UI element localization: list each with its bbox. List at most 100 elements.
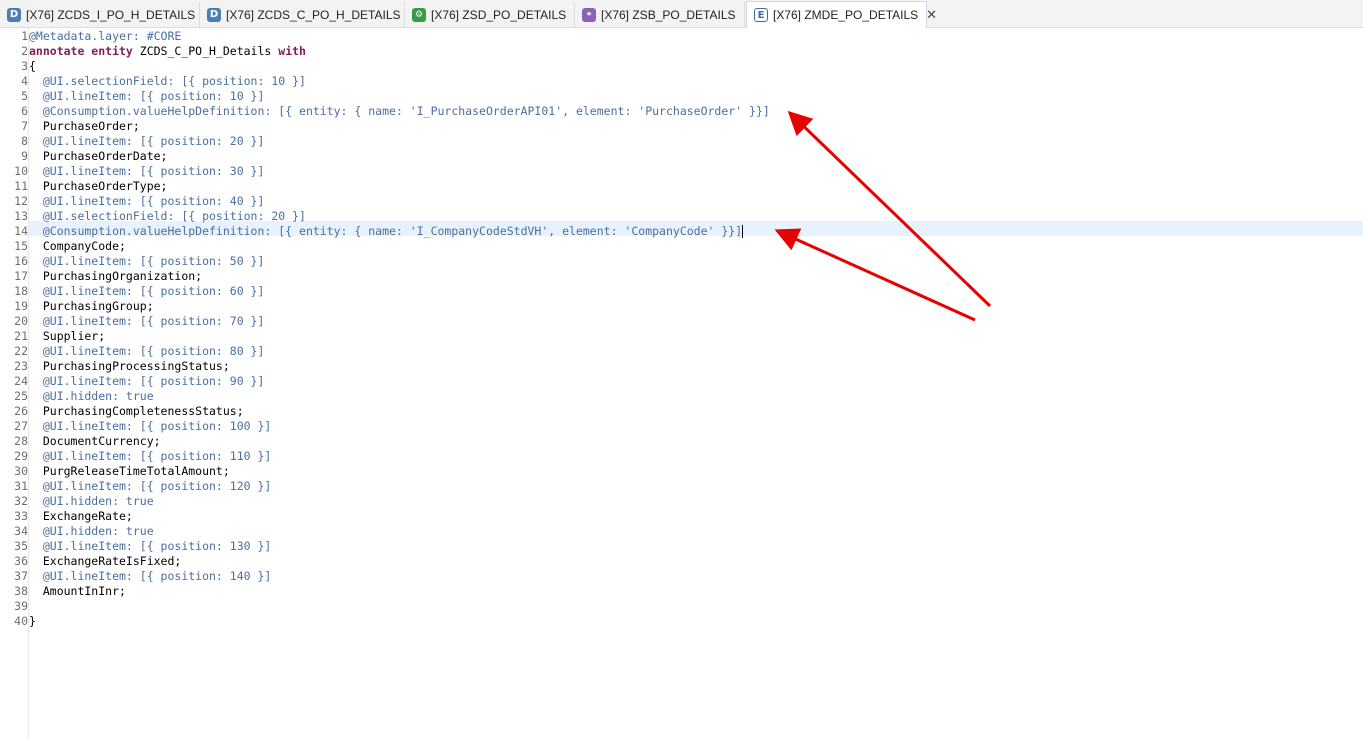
line-number: 29 — [14, 449, 28, 463]
code-line[interactable]: ExchangeRateIsFixed; — [29, 554, 181, 569]
line-number: 13 — [14, 209, 28, 223]
close-icon[interactable]: ✕ — [926, 8, 937, 23]
text-cursor — [742, 225, 744, 238]
service-definition-icon: ⚙ — [412, 7, 426, 22]
code-line[interactable]: @UI.lineItem: [{ position: 90 }] — [29, 374, 265, 389]
line-number: 18 — [14, 284, 28, 298]
line-number: 14 — [14, 224, 28, 238]
line-number: 5 — [21, 89, 28, 103]
ddl-source-icon: D — [7, 7, 21, 22]
line-number: 30 — [14, 464, 28, 478]
line-number: 11 — [14, 179, 28, 193]
code-editor[interactable]: 1 2 3 4 5 6 7 8 9 10 11 12 13 14 15 16 17 18 19 20 21 22 23 24 2… — [0, 28, 1363, 739]
code-line[interactable]: { — [29, 59, 36, 74]
line-number: 31 — [14, 479, 28, 493]
code-line[interactable]: DocumentCurrency; — [29, 434, 161, 449]
line-number: 16 — [14, 254, 28, 268]
code-line[interactable]: @Consumption.valueHelpDefinition: [{ ent… — [29, 224, 744, 239]
code-line[interactable]: @UI.lineItem: [{ position: 130 }] — [29, 539, 271, 554]
line-number: 28 — [14, 434, 28, 448]
line-number: 4 — [21, 74, 28, 88]
line-number: 21 — [14, 329, 28, 343]
line-number: 34 — [14, 524, 28, 538]
code-line[interactable]: @UI.lineItem: [{ position: 30 }] — [29, 164, 265, 179]
code-line[interactable]: annotate entity ZCDS_C_PO_H_Details with — [29, 44, 306, 59]
code-line[interactable]: @UI.lineItem: [{ position: 50 }] — [29, 254, 265, 269]
line-number: 19 — [14, 299, 28, 313]
metadata-extension-icon: E — [754, 8, 768, 22]
line-number: 33 — [14, 509, 28, 523]
code-line[interactable]: AmountInInr; — [29, 584, 126, 599]
tab-zmde-po-details[interactable]: E [X76] ZMDE_PO_DETAILS ✕ — [746, 1, 937, 28]
code-line[interactable]: @UI.hidden: true — [29, 524, 154, 539]
line-number: 9 — [21, 149, 28, 163]
code-line[interactable]: @UI.lineItem: [{ position: 60 }] — [29, 284, 265, 299]
code-line[interactable]: PurchasingGroup; — [29, 299, 154, 314]
code-line[interactable]: PurchaseOrderDate; — [29, 149, 168, 164]
code-line[interactable]: @Metadata.layer: #CORE — [29, 29, 181, 44]
code-line[interactable]: @UI.lineItem: [{ position: 110 }] — [29, 449, 271, 464]
code-line[interactable]: PurchaseOrderType; — [29, 179, 168, 194]
code-line[interactable]: PurchasingCompletenessStatus; — [29, 404, 244, 419]
code-line[interactable]: @UI.lineItem: [{ position: 100 }] — [29, 419, 271, 434]
code-line[interactable]: PurchasingOrganization; — [29, 269, 202, 284]
line-number: 37 — [14, 569, 28, 583]
line-number: 20 — [14, 314, 28, 328]
line-number: 25 — [14, 389, 28, 403]
code-line[interactable]: CompanyCode; — [29, 239, 126, 254]
code-line[interactable]: @UI.lineItem: [{ position: 80 }] — [29, 344, 265, 359]
line-number: 17 — [14, 269, 28, 283]
tab-zcds-c-po-h-details[interactable]: D [X76] ZCDS_C_PO_H_DETAILS — [200, 2, 405, 27]
tab-label: [X76] ZMDE_PO_DETAILS — [773, 8, 919, 22]
code-line[interactable]: Supplier; — [29, 329, 105, 344]
code-line[interactable]: @UI.lineItem: [{ position: 140 }] — [29, 569, 271, 584]
tab-label: [X76] ZSB_PO_DETAILS — [601, 7, 736, 22]
tab-label: [X76] ZSD_PO_DETAILS — [431, 7, 567, 22]
code-line[interactable]: ExchangeRate; — [29, 509, 133, 524]
line-number: 36 — [14, 554, 28, 568]
code-line[interactable]: @UI.selectionField: [{ position: 20 }] — [29, 209, 306, 224]
code-area[interactable]: @Metadata.layer: #CORE annotate entity ZC… — [29, 28, 1363, 739]
line-number: 32 — [14, 494, 28, 508]
code-line[interactable]: @UI.hidden: true — [29, 389, 154, 404]
code-line[interactable]: @UI.selectionField: [{ position: 10 }] — [29, 74, 306, 89]
editor-tab-bar: D [X76] ZCDS_I_PO_H_DETAILS D [X76] ZCDS… — [0, 0, 1363, 28]
line-number: 1 — [21, 29, 28, 43]
line-number: 3 — [21, 59, 28, 73]
tab-zsd-po-details[interactable]: ⚙ [X76] ZSD_PO_DETAILS — [405, 2, 575, 27]
code-line[interactable]: PurchaseOrder; — [29, 119, 140, 134]
code-line[interactable]: @UI.lineItem: [{ position: 10 }] — [29, 89, 265, 104]
code-line[interactable]: @UI.lineItem: [{ position: 120 }] — [29, 479, 271, 494]
line-number: 35 — [14, 539, 28, 553]
line-number: 8 — [21, 134, 28, 148]
line-number: 40 — [14, 614, 28, 628]
line-number: 7 — [21, 119, 28, 133]
code-line[interactable]: PurgReleaseTimeTotalAmount; — [29, 464, 230, 479]
tab-label: [X76] ZCDS_I_PO_H_DETAILS — [26, 7, 196, 22]
code-line[interactable]: @UI.lineItem: [{ position: 20 }] — [29, 134, 265, 149]
tab-label: [X76] ZCDS_C_PO_H_DETAILS — [226, 7, 401, 22]
line-number: 22 — [14, 344, 28, 358]
line-number: 23 — [14, 359, 28, 373]
line-number: 6 — [21, 104, 28, 118]
line-number: 27 — [14, 419, 28, 433]
tab-zcds-i-po-h-details[interactable]: D [X76] ZCDS_I_PO_H_DETAILS — [0, 2, 200, 27]
code-line[interactable]: @UI.lineItem: [{ position: 40 }] — [29, 194, 265, 209]
line-number: 10 — [14, 164, 28, 178]
line-number: 38 — [14, 584, 28, 598]
code-line[interactable]: @UI.hidden: true — [29, 494, 154, 509]
line-number: 39 — [14, 599, 28, 613]
code-line[interactable]: @UI.lineItem: [{ position: 70 }] — [29, 314, 265, 329]
code-line[interactable]: } — [29, 614, 36, 629]
line-number: 15 — [14, 239, 28, 253]
line-number: 26 — [14, 404, 28, 418]
line-number: 12 — [14, 194, 28, 208]
service-binding-icon: ⚭ — [582, 7, 596, 22]
ddl-source-icon: D — [207, 7, 221, 22]
line-number-gutter: 1 2 3 4 5 6 7 8 9 10 11 12 13 14 15 16 17 18 19 20 21 22 23 24 2… — [0, 28, 29, 739]
code-line[interactable]: @Consumption.valueHelpDefinition: [{ ent… — [29, 104, 770, 119]
code-line[interactable]: PurchasingProcessingStatus; — [29, 359, 230, 374]
line-number: 2 — [21, 44, 28, 58]
tab-zsb-po-details[interactable]: ⚭ [X76] ZSB_PO_DETAILS — [575, 2, 745, 27]
line-number: 24 — [14, 374, 28, 388]
